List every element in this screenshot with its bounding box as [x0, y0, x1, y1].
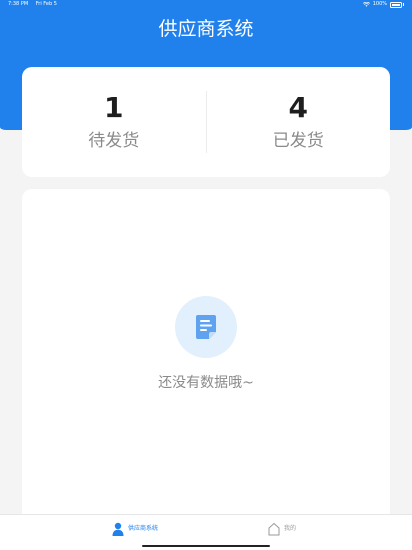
home-icon — [268, 522, 280, 536]
empty-state-badge — [175, 296, 237, 358]
empty-state-message: 还没有数据哦~ — [158, 375, 254, 391]
tab-mine-label: 我的 — [284, 525, 297, 532]
status-bar: 7:38 PM Fri Feb 5 100% — [0, 0, 412, 9]
stat-pending-label: 待发货 — [88, 131, 140, 151]
tab-mine[interactable]: 我的 — [268, 522, 296, 536]
stats-card: 1 待发货 4 已发货 — [22, 67, 390, 177]
stat-shipped-count: 4 — [288, 91, 308, 124]
battery-tip — [403, 3, 404, 6]
status-date: Fri Feb 5 — [35, 1, 57, 7]
status-right: 100% — [362, 0, 404, 9]
stat-shipped[interactable]: 4 已发货 — [207, 67, 391, 177]
tab-supplier-system-label: 供应商系统 — [128, 525, 159, 532]
wifi-icon — [362, 2, 370, 7]
document-icon — [196, 315, 216, 339]
status-left: 7:38 PM Fri Feb 5 — [8, 0, 57, 9]
stat-shipped-label: 已发货 — [272, 131, 324, 151]
person-icon — [112, 522, 124, 536]
battery-percent: 100% — [372, 1, 387, 7]
page-title: 供应商系统 — [158, 18, 254, 40]
tab-supplier-system[interactable]: 供应商系统 — [112, 522, 158, 536]
stat-pending[interactable]: 1 待发货 — [22, 67, 206, 177]
status-time: 7:38 PM — [8, 1, 29, 7]
content-card: 还没有数据哦~ — [22, 189, 390, 519]
battery-icon — [390, 1, 402, 8]
stat-pending-count: 1 — [104, 91, 124, 124]
home-indicator — [142, 545, 270, 547]
